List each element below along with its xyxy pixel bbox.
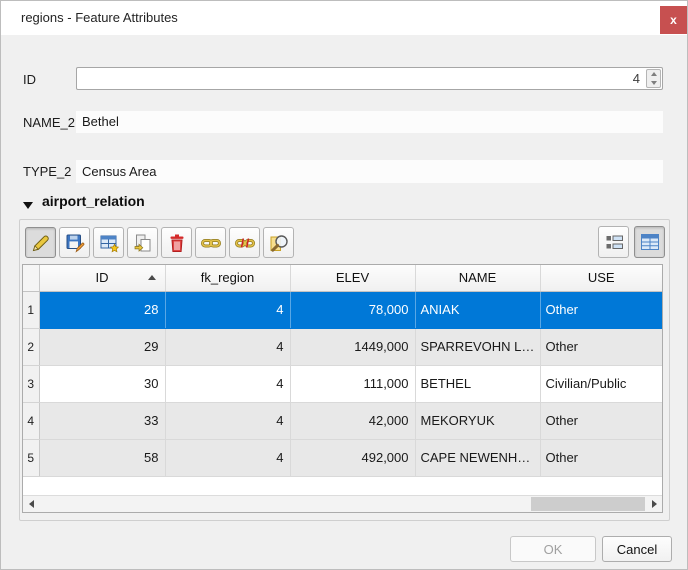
cell[interactable]: BETHEL	[415, 365, 540, 402]
cell[interactable]: 111,000	[290, 365, 415, 402]
cell[interactable]: Other	[540, 291, 662, 328]
link-children-button[interactable]	[195, 227, 226, 258]
column-header-fk_region[interactable]: fk_region	[165, 265, 290, 291]
scroll-left-icon	[29, 500, 34, 508]
table-row[interactable]: 128478,000ANIAKOther	[23, 291, 662, 328]
scrollbar-thumb[interactable]	[531, 497, 645, 511]
row-number[interactable]: 4	[23, 402, 39, 439]
form-view-icon	[603, 231, 625, 253]
cell[interactable]: Other	[540, 328, 662, 365]
cell[interactable]: 4	[165, 291, 290, 328]
cell[interactable]: 1449,000	[290, 328, 415, 365]
cell[interactable]: Civilian/Public	[540, 365, 662, 402]
spin-down-button[interactable]	[647, 79, 660, 88]
row-number[interactable]: 1	[23, 291, 39, 328]
save-icon	[64, 232, 86, 254]
link-icon	[200, 232, 222, 254]
spinner-buttons	[646, 69, 661, 88]
column-header-NAME[interactable]: NAME	[415, 265, 540, 291]
column-header-USE[interactable]: USE	[540, 265, 662, 291]
table-row[interactable]: 433442,000MEKORYUKOther	[23, 402, 662, 439]
feature-attributes-dialog: regions - Feature Attributes x ID 4 NAME…	[0, 0, 688, 570]
save-child-edits-button[interactable]	[59, 227, 90, 258]
cell[interactable]: Other	[540, 439, 662, 476]
close-button[interactable]: x	[660, 6, 687, 34]
unlink-children-button[interactable]	[229, 227, 260, 258]
cell[interactable]: 4	[165, 439, 290, 476]
duplicate-child-feature-button[interactable]	[127, 227, 158, 258]
id-spinbox[interactable]: 4	[76, 67, 663, 90]
name2-field[interactable]: Bethel	[76, 111, 663, 133]
toggle-editing-button[interactable]	[25, 227, 56, 258]
column-header-label: ID	[96, 270, 109, 285]
table-view-button[interactable]	[634, 226, 665, 258]
cell[interactable]: ANIAK	[415, 291, 540, 328]
column-header-label: USE	[588, 270, 615, 285]
cell[interactable]: MEKORYUK	[415, 402, 540, 439]
add-feature-icon	[98, 232, 120, 254]
column-header-ID[interactable]: ID	[39, 265, 165, 291]
cell[interactable]: Other	[540, 402, 662, 439]
ok-button[interactable]: OK	[510, 536, 596, 562]
spin-up-icon	[651, 72, 657, 76]
attribute-table: IDfk_regionELEVNAMEUSE128478,000ANIAKOth…	[23, 265, 662, 477]
table-view-icon	[639, 231, 661, 253]
delete-child-feature-button[interactable]	[161, 227, 192, 258]
id-spinbox-value: 4	[633, 68, 640, 89]
cell[interactable]: 4	[165, 328, 290, 365]
cell[interactable]: SPARREVOHN L…	[415, 328, 540, 365]
cell[interactable]: 492,000	[290, 439, 415, 476]
cell[interactable]: 78,000	[290, 291, 415, 328]
row-number[interactable]: 5	[23, 439, 39, 476]
cell[interactable]: 30	[39, 365, 165, 402]
scroll-right-button[interactable]	[646, 496, 662, 512]
cell[interactable]: 28	[39, 291, 165, 328]
row-number[interactable]: 2	[23, 328, 39, 365]
cell[interactable]: 29	[39, 328, 165, 365]
spin-up-button[interactable]	[647, 70, 660, 79]
cell[interactable]: 4	[165, 365, 290, 402]
cell[interactable]: 58	[39, 439, 165, 476]
form-view-button[interactable]	[598, 226, 629, 258]
relation-table: IDfk_regionELEVNAMEUSE128478,000ANIAKOth…	[22, 264, 663, 513]
name2-field-label: NAME_2	[23, 115, 75, 130]
type2-field-label: TYPE_2	[23, 164, 71, 179]
duplicate-icon	[132, 232, 154, 254]
zoom-to-child-feature-button[interactable]	[263, 227, 294, 258]
spin-down-icon	[651, 81, 657, 85]
column-header-label: NAME	[459, 270, 497, 285]
cell[interactable]: 33	[39, 402, 165, 439]
cell[interactable]: 4	[165, 402, 290, 439]
pencil-icon	[30, 232, 52, 254]
table-row[interactable]: 3304111,000BETHELCivilian/Public	[23, 365, 662, 402]
cell[interactable]: CAPE NEWENH…	[415, 439, 540, 476]
unlink-icon	[234, 232, 256, 254]
window-title: regions - Feature Attributes	[21, 1, 178, 34]
scroll-left-button[interactable]	[23, 496, 39, 512]
cell[interactable]: 42,000	[290, 402, 415, 439]
table-row[interactable]: 22941449,000SPARREVOHN L…Other	[23, 328, 662, 365]
id-field-label: ID	[23, 72, 36, 87]
column-header-ELEV[interactable]: ELEV	[290, 265, 415, 291]
titlebar[interactable]: regions - Feature Attributes x	[1, 1, 687, 35]
sort-ascending-icon	[148, 275, 156, 280]
scroll-right-icon	[652, 500, 657, 508]
close-icon: x	[670, 14, 677, 26]
table-row[interactable]: 5584492,000CAPE NEWENH…Other	[23, 439, 662, 476]
column-header-label: fk_region	[201, 270, 254, 285]
cancel-button[interactable]: Cancel	[602, 536, 672, 562]
column-header-label: ELEV	[336, 270, 369, 285]
horizontal-scrollbar[interactable]	[23, 495, 662, 512]
add-child-feature-button[interactable]	[93, 227, 124, 258]
collapse-arrow-icon[interactable]	[23, 202, 33, 209]
table-corner	[23, 265, 39, 291]
type2-field[interactable]: Census Area	[76, 160, 663, 183]
trash-icon	[166, 232, 188, 254]
row-number[interactable]: 3	[23, 365, 39, 402]
magnifier-icon	[268, 232, 290, 254]
relation-title: airport_relation	[42, 193, 145, 209]
